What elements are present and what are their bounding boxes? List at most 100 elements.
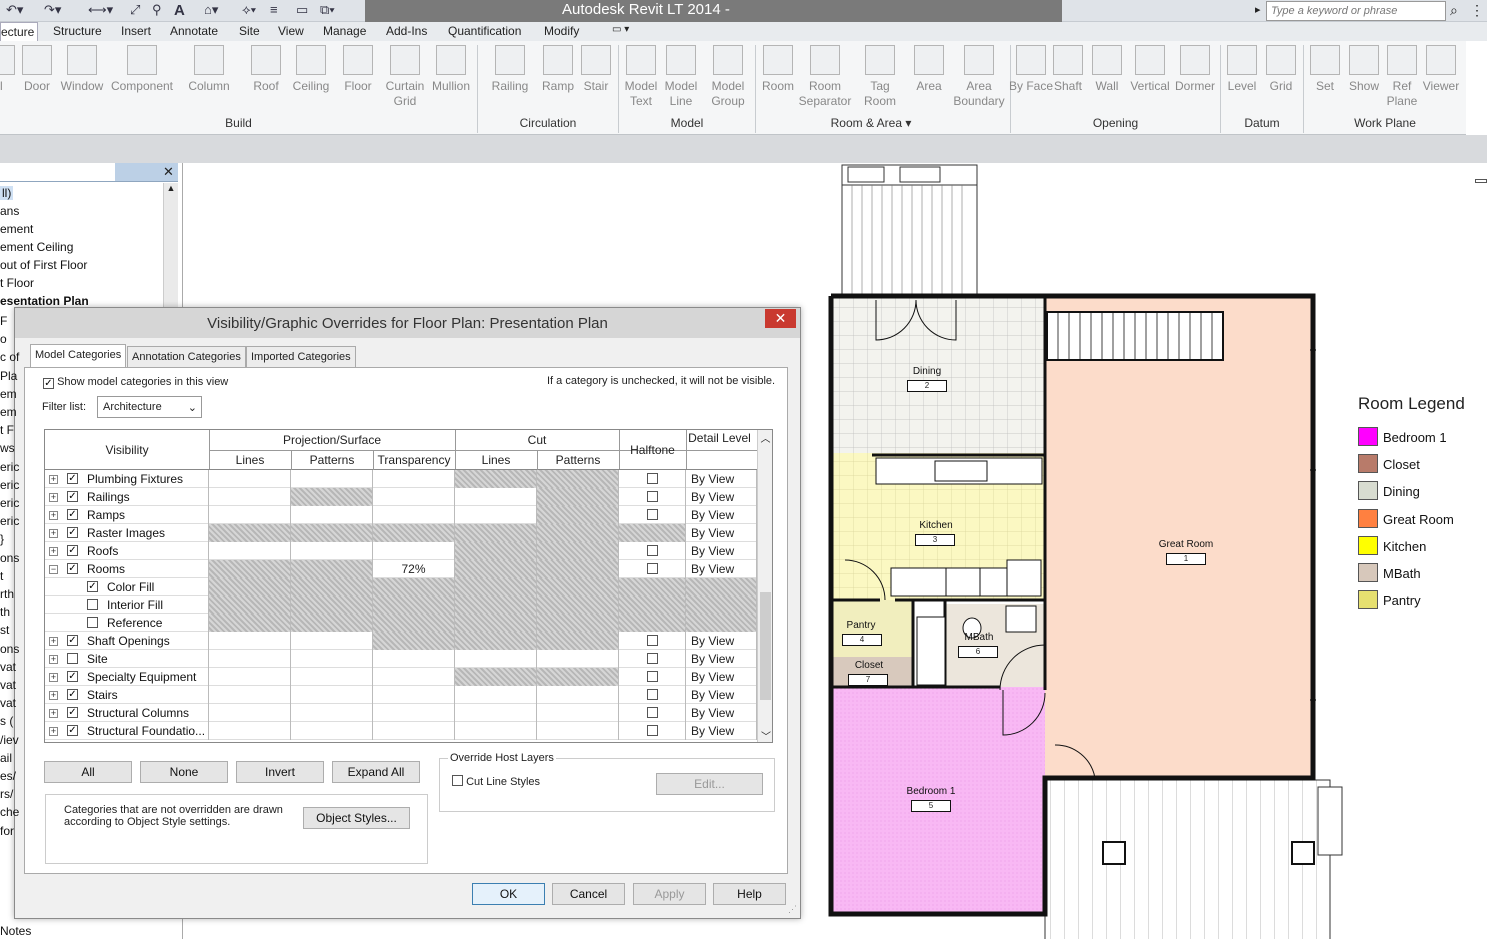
table-cell[interactable]: [373, 578, 455, 596]
browser-scrollbar[interactable]: ▲: [163, 183, 178, 313]
table-cell[interactable]: By View: [686, 524, 757, 542]
visibility-checkbox[interactable]: ✓: [67, 671, 78, 682]
halftone-checkbox[interactable]: [647, 653, 658, 664]
room-label-great-room[interactable]: Great Room: [1150, 539, 1222, 550]
table-cell[interactable]: [373, 506, 455, 524]
table-cell[interactable]: [619, 722, 686, 740]
table-cell[interactable]: [291, 722, 373, 740]
browser-item[interactable]: ws: [0, 441, 15, 455]
table-cell[interactable]: [537, 668, 619, 686]
table-cell[interactable]: By View: [686, 722, 757, 740]
model-group-button[interactable]: Model Group: [704, 45, 752, 109]
table-cell[interactable]: [455, 488, 537, 506]
table-cell[interactable]: [209, 722, 291, 740]
table-cell[interactable]: [686, 596, 757, 614]
browser-item[interactable]: for: [0, 824, 14, 838]
apply-button[interactable]: Apply: [633, 883, 706, 905]
table-cell[interactable]: [291, 686, 373, 704]
browser-item[interactable]: rs/: [0, 787, 13, 801]
table-cell[interactable]: [373, 470, 455, 488]
invert-button[interactable]: Invert: [236, 761, 324, 783]
grid-button[interactable]: Grid: [1257, 45, 1305, 94]
table-cell[interactable]: [209, 578, 291, 596]
none-button[interactable]: None: [140, 761, 228, 783]
table-cell[interactable]: [537, 560, 619, 578]
table-cell[interactable]: [373, 488, 455, 506]
table-cell[interactable]: [537, 686, 619, 704]
browser-item[interactable]: F: [0, 314, 7, 328]
browser-item[interactable]: ement Ceiling: [0, 240, 73, 254]
table-cell[interactable]: [619, 470, 686, 488]
scroll-thumb[interactable]: [760, 592, 771, 700]
table-cell[interactable]: [373, 722, 455, 740]
table-cell[interactable]: [291, 506, 373, 524]
table-cell[interactable]: By View: [686, 488, 757, 506]
table-cell[interactable]: [537, 632, 619, 650]
tab-quantification[interactable]: Quantification: [448, 24, 521, 38]
table-cell[interactable]: [291, 632, 373, 650]
expand-all-button[interactable]: Expand All: [332, 761, 420, 783]
expand-icon[interactable]: +: [49, 673, 58, 682]
scroll-up-icon[interactable]: ▲: [164, 183, 178, 193]
table-cell[interactable]: By View: [686, 470, 757, 488]
room-label-kitchen[interactable]: Kitchen: [905, 520, 967, 531]
browser-item-current-view[interactable]: esentation Plan: [0, 294, 89, 308]
table-cell[interactable]: [209, 668, 291, 686]
table-cell[interactable]: [619, 488, 686, 506]
browser-item[interactable]: }: [0, 532, 4, 546]
browser-item[interactable]: s (: [0, 714, 13, 728]
expand-icon[interactable]: +: [49, 475, 58, 484]
ceiling-button[interactable]: Ceiling: [287, 45, 335, 94]
visibility-checkbox[interactable]: [87, 599, 98, 610]
close-icon[interactable]: ✕: [163, 164, 174, 180]
browser-item[interactable]: rth: [0, 587, 14, 601]
tab-model-categories[interactable]: Model Categories: [30, 344, 127, 368]
table-cell[interactable]: [209, 632, 291, 650]
cancel-button[interactable]: Cancel: [552, 883, 625, 905]
table-cell[interactable]: [373, 668, 455, 686]
table-cell[interactable]: [373, 632, 455, 650]
tab-structure[interactable]: Structure: [53, 24, 102, 38]
curtain-grid-button[interactable]: Curtain Grid: [381, 45, 429, 109]
table-cell[interactable]: [373, 614, 455, 632]
expand-icon[interactable]: +: [49, 709, 58, 718]
room-tag-kitchen[interactable]: 3: [915, 534, 955, 546]
halftone-checkbox[interactable]: [647, 725, 658, 736]
table-cell[interactable]: By View: [686, 506, 757, 524]
roof-button[interactable]: Roof: [242, 45, 290, 94]
browser-item[interactable]: Pla: [0, 369, 17, 383]
table-cell[interactable]: [209, 686, 291, 704]
measure-icon[interactable]: ⟷▾: [88, 2, 113, 18]
table-cell[interactable]: [537, 542, 619, 560]
browser-item[interactable]: eric: [0, 460, 19, 474]
table-cell[interactable]: [619, 650, 686, 668]
expand-icon[interactable]: +: [49, 493, 58, 502]
expand-icon[interactable]: +: [49, 727, 58, 736]
browser-item[interactable]: ans: [0, 204, 19, 218]
expand-arrow-icon[interactable]: ▸: [1255, 3, 1261, 16]
table-cell[interactable]: [209, 704, 291, 722]
area-boundary-button[interactable]: Area Boundary: [951, 45, 1007, 109]
table-cell[interactable]: [209, 560, 291, 578]
object-styles-button[interactable]: Object Styles...: [303, 807, 410, 829]
table-cell[interactable]: [373, 596, 455, 614]
browser-item[interactable]: vat: [0, 696, 16, 710]
browser-item[interactable]: t F: [0, 423, 14, 437]
undo-icon[interactable]: ↶▾: [6, 2, 23, 18]
tab-modify[interactable]: Modify: [544, 24, 579, 38]
table-row[interactable]: − ✓ Rooms 72% By View: [45, 560, 757, 578]
checkbox[interactable]: ✓: [43, 378, 54, 389]
halftone-checkbox[interactable]: [647, 491, 658, 502]
expand-icon[interactable]: +: [49, 547, 58, 556]
tab-add-ins[interactable]: Add-Ins: [386, 24, 427, 38]
column-button[interactable]: Column: [185, 45, 233, 94]
halftone-checkbox[interactable]: [647, 707, 658, 718]
edit-button[interactable]: Edit...: [656, 773, 763, 795]
browser-item[interactable]: t Floor: [0, 276, 34, 290]
browser-item[interactable]: em: [0, 387, 17, 401]
browser-item[interactable]: /iev: [0, 733, 19, 747]
table-cell[interactable]: [619, 668, 686, 686]
overflow-icon[interactable]: ⋮: [1470, 2, 1484, 19]
model-line-button[interactable]: Model Line: [657, 45, 705, 109]
table-cell[interactable]: [291, 614, 373, 632]
